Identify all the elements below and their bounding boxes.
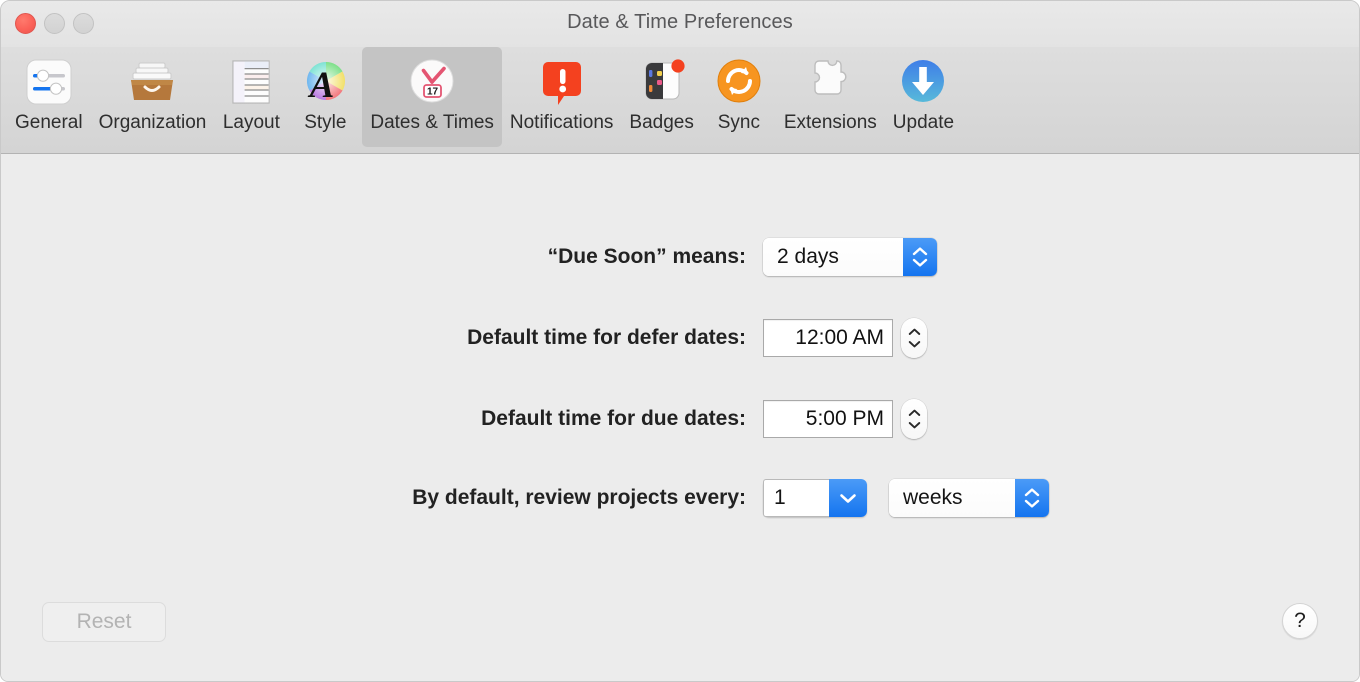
toolbar-label: General — [15, 112, 83, 133]
toolbar-label: Update — [892, 112, 955, 133]
preferences-content: “Due Soon” means: 2 days Default time fo… — [1, 154, 1359, 681]
toolbar-label: Badges — [629, 112, 694, 133]
review-interval-unit-popup-button[interactable]: weeks — [889, 479, 1049, 517]
defer-time-label: Default time for defer dates: — [467, 326, 746, 349]
chevron-down-icon — [908, 422, 920, 429]
badge-dots-icon — [633, 53, 691, 111]
layout-columns-icon — [222, 53, 280, 111]
clock-calendar-icon: 17 — [403, 53, 461, 111]
toolbar-label: Dates & Times — [370, 112, 494, 133]
toolbar-item-extensions[interactable]: Extensions — [776, 47, 885, 147]
reset-button[interactable]: Reset — [42, 602, 166, 642]
chevron-down-icon — [829, 479, 867, 517]
sync-arrows-icon — [710, 53, 768, 111]
chevron-up-down-icon — [903, 238, 937, 276]
puzzle-piece-icon — [801, 53, 859, 111]
help-button[interactable]: ? — [1282, 603, 1318, 639]
toolbar-label: Sync — [717, 112, 760, 133]
due-soon-controls: 2 days — [763, 238, 937, 276]
chevron-up-icon — [908, 409, 920, 416]
preferences-window: Date & Time Preferences General Organiza… — [0, 0, 1360, 682]
toolbar-item-badges[interactable]: Badges — [621, 47, 701, 147]
due-soon-value: 2 days — [763, 238, 903, 276]
file-drawer-icon — [123, 53, 181, 111]
toolbar-label: Organization — [98, 112, 207, 133]
due-time-input[interactable]: 5:00 PM — [763, 400, 893, 438]
toolbar-item-layout[interactable]: Layout — [214, 47, 288, 147]
toolbar-item-notifications[interactable]: Notifications — [502, 47, 622, 147]
toolbar-label: Layout — [222, 112, 280, 133]
review-interval-controls: 1 weeks — [763, 479, 1049, 517]
sliders-icon — [20, 53, 78, 111]
window-title: Date & Time Preferences — [567, 11, 793, 33]
review-interval-unit-value: weeks — [889, 479, 1015, 517]
setting-row-due-soon: “Due Soon” means: 2 days — [1, 237, 1359, 277]
due-time-label: Default time for due dates: — [481, 407, 746, 430]
setting-row-defer-time: Default time for defer dates: 12:00 AM — [1, 318, 1359, 358]
due-time-controls: 5:00 PM — [763, 399, 927, 439]
due-soon-label: “Due Soon” means: — [547, 245, 746, 268]
toolbar-label: Style — [304, 112, 347, 133]
due-time-stepper[interactable] — [901, 399, 927, 439]
chevron-up-icon — [908, 328, 920, 335]
toolbar-item-general[interactable]: General — [7, 47, 91, 147]
toolbar-item-dates-and-times[interactable]: 17 Dates & Times — [362, 47, 502, 147]
review-interval-count-value[interactable]: 1 — [763, 479, 829, 517]
svg-text:A: A — [308, 65, 335, 106]
due-soon-popup-button[interactable]: 2 days — [763, 238, 937, 276]
defer-time-input[interactable]: 12:00 AM — [763, 319, 893, 357]
setting-row-due-time: Default time for due dates: 5:00 PM — [1, 399, 1359, 439]
toolbar-item-sync[interactable]: Sync — [702, 47, 776, 147]
setting-row-review-interval: By default, review projects every: 1 wee… — [1, 478, 1359, 518]
color-wheel-a-icon: A — [296, 53, 354, 111]
toolbar-label: Extensions — [783, 112, 877, 133]
toolbar-item-update[interactable]: Update — [885, 47, 962, 147]
defer-time-controls: 12:00 AM — [763, 318, 927, 358]
review-interval-label: By default, review projects every: — [412, 486, 746, 509]
review-interval-count-combobox[interactable]: 1 — [763, 479, 867, 517]
toolbar-label: Notifications — [509, 112, 614, 133]
chevron-up-down-icon — [1015, 479, 1049, 517]
toolbar-item-style[interactable]: A Style — [288, 47, 362, 147]
svg-text:17: 17 — [427, 87, 439, 98]
title-bar: Date & Time Preferences — [1, 1, 1359, 47]
alert-bubble-icon — [533, 53, 591, 111]
download-arrow-icon — [894, 53, 952, 111]
toolbar-item-organization[interactable]: Organization — [91, 47, 215, 147]
chevron-down-icon — [908, 341, 920, 348]
preferences-toolbar: General Organization Layout A Style 17 D… — [1, 47, 1359, 154]
defer-time-stepper[interactable] — [901, 318, 927, 358]
